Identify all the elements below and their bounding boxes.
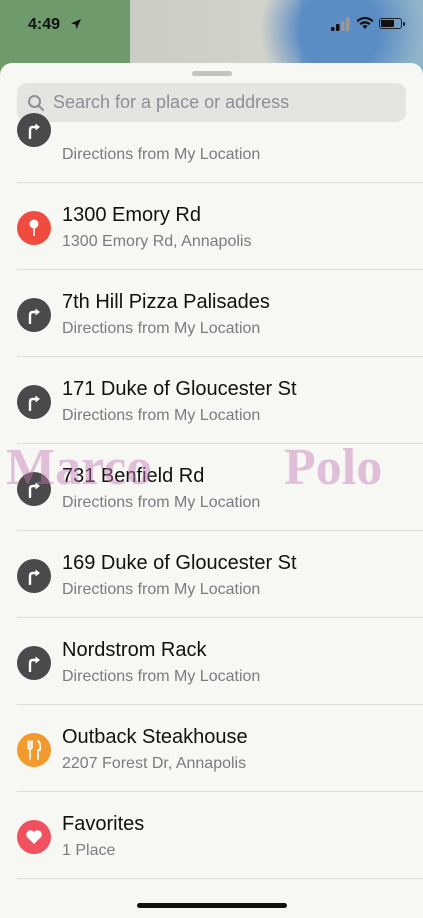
list-item[interactable]: Outback Steakhouse 2207 Forest Dr, Annapo… (0, 705, 423, 792)
list-item-subtitle: Directions from My Location (62, 581, 261, 598)
pin-icon (17, 211, 51, 245)
status-bar: 4:49 (0, 0, 423, 56)
list-item-title: 731 Benfield Rd (62, 465, 205, 487)
directions-icon (17, 559, 51, 593)
directions-icon (17, 385, 51, 419)
list-item[interactable]: 1300 Emory Rd 1300 Emory Rd, Annapolis (0, 183, 423, 270)
list-item-title: 1300 Emory Rd (62, 204, 201, 226)
directions-icon (17, 113, 51, 147)
list-item-subtitle: 1 Place (62, 842, 116, 859)
search-sheet: Directions from My Location 1300 Emory Rd… (0, 63, 423, 918)
list-item-subtitle: Directions from My Location (62, 668, 261, 685)
list-item-title: 7th Hill Pizza Palisades (62, 291, 270, 313)
search-icon (28, 94, 44, 111)
list-item[interactable]: 171 Duke of Gloucester St Directions from… (0, 357, 423, 444)
search-bar[interactable] (17, 83, 406, 122)
list-item-title: Nordstrom Rack (62, 639, 207, 661)
sheet-grabber[interactable] (192, 71, 232, 76)
list-item[interactable]: Favorites 1 Place (0, 792, 423, 879)
list-item[interactable]: 7th Hill Pizza Palisades Directions from … (0, 270, 423, 357)
list-item-title: 169 Duke of Gloucester St (62, 552, 297, 574)
list-item[interactable]: 169 Duke of Gloucester St Directions from… (0, 531, 423, 618)
directions-icon (17, 646, 51, 680)
list-item-title: 171 Duke of Gloucester St (62, 378, 297, 400)
divider (17, 878, 423, 879)
list-item[interactable]: Directions from My Location (0, 113, 423, 183)
battery-icon (379, 18, 405, 29)
cellular-signal-icon (331, 17, 350, 31)
list-item[interactable]: Nordstrom Rack Directions from My Locatio… (0, 618, 423, 705)
search-input[interactable] (51, 91, 385, 114)
heart-icon (17, 820, 51, 854)
recents-list: Directions from My Location 1300 Emory Rd… (0, 113, 423, 879)
fork-knife-icon (17, 733, 51, 767)
list-item-subtitle: Directions from My Location (62, 494, 261, 511)
directions-icon (17, 472, 51, 506)
directions-icon (17, 298, 51, 332)
list-item-subtitle: Directions from My Location (62, 146, 261, 163)
list-item-subtitle: Directions from My Location (62, 320, 261, 337)
list-item-title: Outback Steakhouse (62, 726, 248, 748)
status-time: 4:49 (28, 16, 61, 33)
list-item-subtitle: 1300 Emory Rd, Annapolis (62, 233, 252, 250)
list-item-title: Favorites (62, 813, 145, 835)
list-item-subtitle: Directions from My Location (62, 407, 261, 424)
home-indicator (137, 903, 287, 908)
location-arrow-icon (71, 19, 81, 29)
wifi-icon (356, 16, 374, 29)
list-item[interactable]: 731 Benfield Rd Directions from My Locati… (0, 444, 423, 531)
list-item-subtitle: 2207 Forest Dr, Annapolis (62, 755, 247, 772)
